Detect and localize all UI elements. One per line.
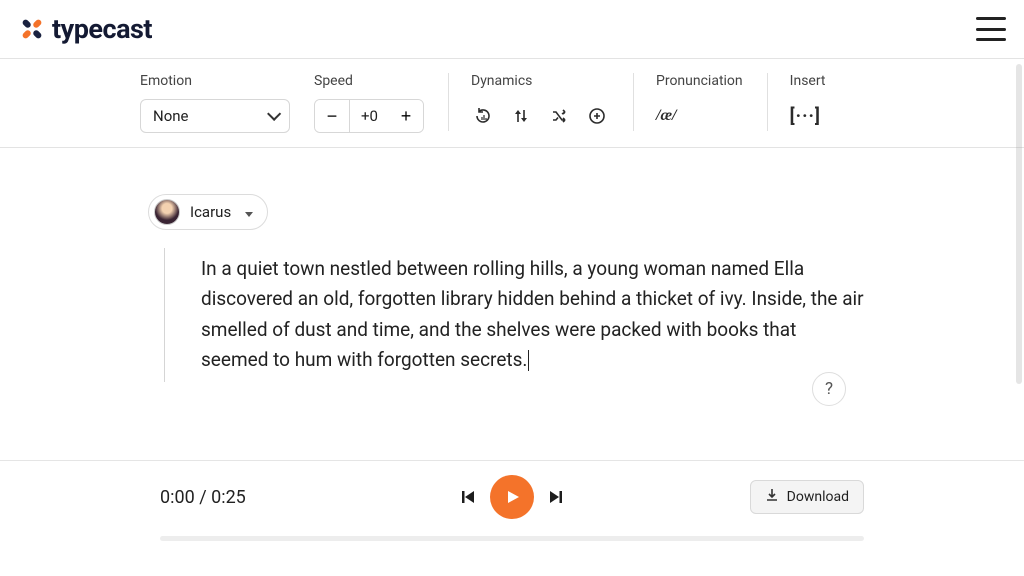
emotion-label: Emotion bbox=[140, 73, 290, 89]
speed-decrease-button[interactable]: − bbox=[315, 100, 349, 132]
pronunciation-ipa-button[interactable]: /æ/ bbox=[656, 104, 676, 128]
insert-label: Insert bbox=[790, 73, 826, 89]
speed-label: Speed bbox=[314, 73, 424, 89]
logo-mark-icon bbox=[18, 15, 46, 43]
player-bar: 0:00 / 0:25 Download bbox=[0, 472, 1024, 541]
voice-name: Icarus bbox=[190, 203, 231, 221]
speed-stepper[interactable]: − +0 + bbox=[314, 99, 424, 133]
emotion-group: Emotion None bbox=[140, 73, 314, 133]
speed-group: Speed − +0 + bbox=[314, 73, 448, 133]
brand-logo[interactable]: typecast bbox=[18, 13, 152, 45]
skip-prev-button[interactable] bbox=[456, 485, 480, 509]
dynamics-shuffle-icon[interactable] bbox=[547, 104, 571, 128]
scrollbar[interactable] bbox=[1016, 64, 1022, 384]
time-current: 0:00 bbox=[160, 487, 195, 508]
script-text[interactable]: In a quiet town nestled between rolling … bbox=[201, 257, 864, 371]
download-icon bbox=[765, 488, 779, 506]
download-label: Download bbox=[787, 489, 849, 505]
dynamics-add-icon[interactable] bbox=[585, 104, 609, 128]
insert-pause-button[interactable]: [···] bbox=[790, 104, 821, 128]
skip-next-button[interactable] bbox=[544, 485, 568, 509]
menu-button[interactable] bbox=[976, 17, 1006, 41]
speed-value: +0 bbox=[349, 100, 389, 132]
divider bbox=[0, 460, 1024, 461]
toolbar-separator bbox=[633, 73, 634, 131]
dynamics-pitch-icon[interactable] bbox=[509, 104, 533, 128]
emotion-value: None bbox=[153, 107, 189, 125]
chevron-down-icon bbox=[267, 107, 277, 125]
dynamics-reset-icon[interactable] bbox=[471, 104, 495, 128]
playback-controls bbox=[456, 475, 568, 519]
insert-group: Insert [···] bbox=[790, 73, 850, 133]
time-total: 0:25 bbox=[211, 487, 246, 508]
help-icon: ? bbox=[825, 379, 833, 399]
playback-time: 0:00 / 0:25 bbox=[160, 487, 246, 508]
progress-bar[interactable] bbox=[160, 536, 864, 541]
voice-selector[interactable]: Icarus bbox=[148, 194, 268, 230]
dynamics-label: Dynamics bbox=[471, 73, 609, 89]
help-button[interactable]: ? bbox=[812, 372, 846, 406]
speed-increase-button[interactable]: + bbox=[389, 100, 423, 132]
caret-down-icon bbox=[241, 203, 253, 221]
voice-avatar-icon bbox=[154, 199, 180, 225]
pronunciation-group: Pronunciation /æ/ bbox=[656, 73, 767, 133]
pronunciation-label: Pronunciation bbox=[656, 73, 743, 89]
editor-area: Icarus In a quiet town nestled between r… bbox=[0, 148, 1024, 456]
emotion-dropdown[interactable]: None bbox=[140, 99, 290, 133]
toolbar-separator bbox=[448, 73, 449, 131]
toolbar-separator bbox=[767, 73, 768, 131]
play-button[interactable] bbox=[490, 475, 534, 519]
brand-name: typecast bbox=[52, 13, 152, 45]
script-block[interactable]: In a quiet town nestled between rolling … bbox=[164, 248, 864, 382]
toolbar: Emotion None Speed − +0 + Dynamics bbox=[0, 58, 1024, 148]
download-button[interactable]: Download bbox=[750, 480, 864, 514]
dynamics-group: Dynamics bbox=[471, 73, 633, 133]
